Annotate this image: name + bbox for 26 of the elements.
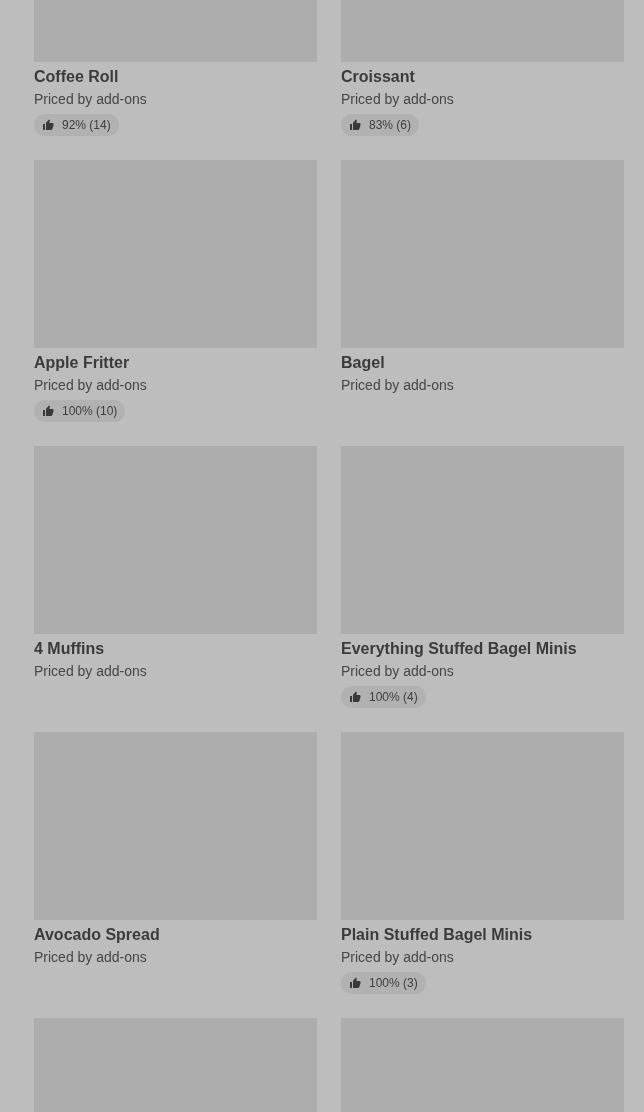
item-price: Priced by add-ons (341, 948, 455, 966)
rating-text: 92% (14) (62, 117, 111, 134)
item-title[interactable]: Plain Stuffed Bagel Minis (341, 925, 624, 945)
item-title[interactable]: Everything Stuffed Bagel Minis (341, 639, 624, 659)
item-title[interactable]: Croissant (341, 67, 624, 87)
item-title[interactable]: Avocado Spread (34, 925, 317, 945)
item-price: Priced by add-ons (341, 662, 455, 680)
item-price: Priced by add-ons (34, 90, 148, 108)
item-title[interactable]: Coffee Roll (34, 67, 317, 87)
item-price: Priced by add-ons (341, 376, 455, 394)
thumbs-up-icon (349, 977, 361, 989)
item-title[interactable]: Bagel (341, 353, 624, 373)
item-price: Priced by add-ons (341, 90, 455, 108)
rating-text: 100% (10) (62, 403, 118, 420)
rating-text: 83% (6) (369, 117, 412, 134)
thumbs-up-icon (42, 405, 54, 417)
item-title[interactable]: Apple Fritter (34, 353, 317, 373)
item-price: Priced by add-ons (34, 662, 148, 680)
item-price: Priced by add-ons (34, 948, 148, 966)
rating-text: 100% (3) (369, 975, 418, 992)
rating-text: 100% (4) (369, 689, 418, 706)
item-price: Priced by add-ons (34, 376, 148, 394)
thumbs-up-icon (42, 119, 54, 131)
thumbs-up-icon (349, 691, 361, 703)
thumbs-up-icon (349, 119, 361, 131)
item-title[interactable]: 4 Muffins (34, 639, 317, 659)
